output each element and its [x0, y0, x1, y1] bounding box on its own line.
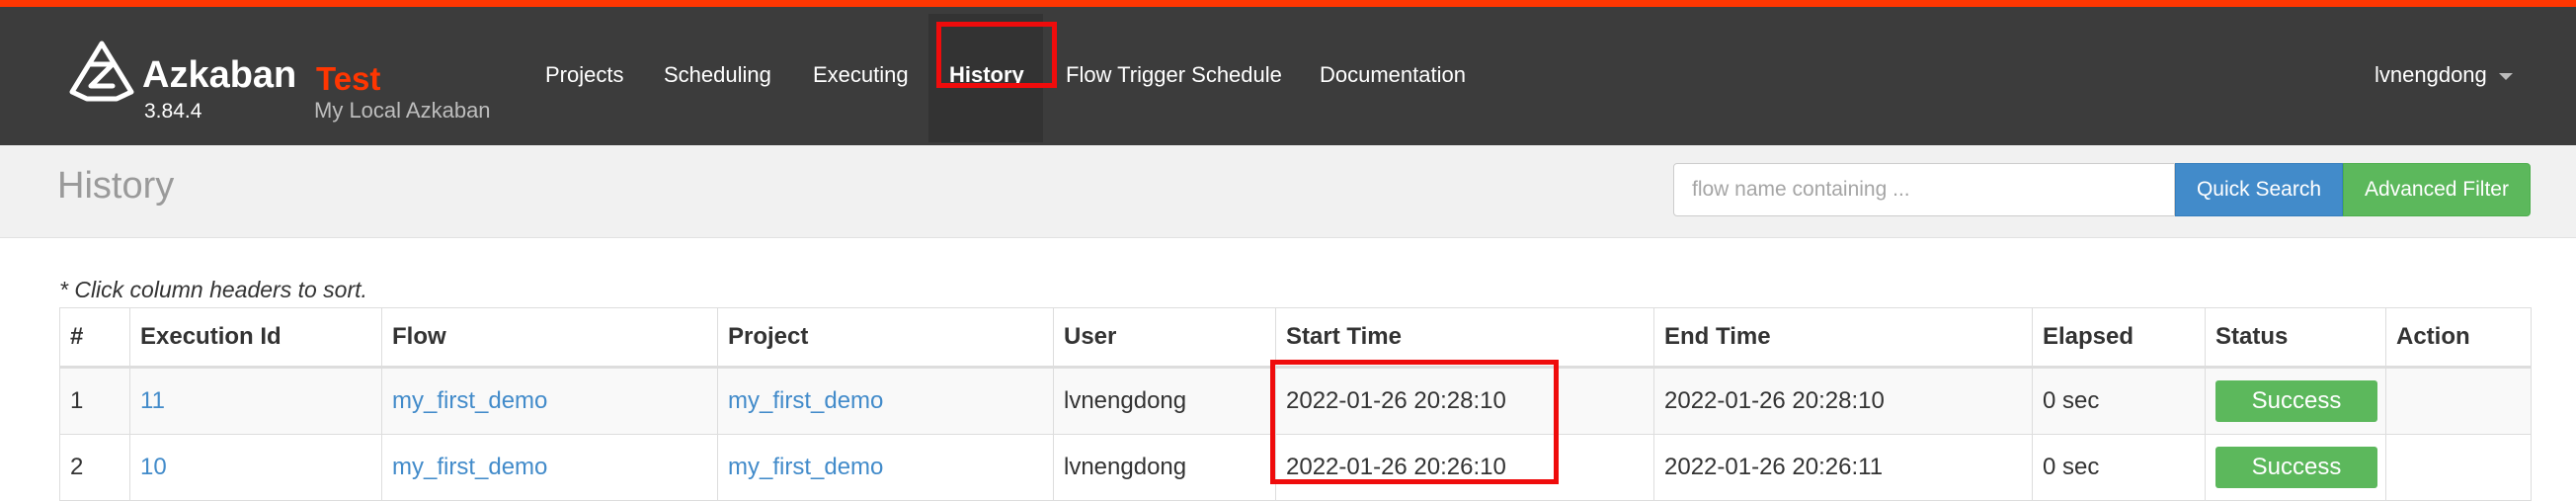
project-cell: my_first_demo [717, 367, 1054, 435]
flow-cell: my_first_demo [381, 434, 718, 501]
user-name: lvnengdong [2375, 62, 2487, 87]
column-header-user[interactable]: User [1053, 307, 1276, 369]
elapsed-cell: 0 sec [2032, 434, 2206, 501]
sort-note: * Click column headers to sort. [59, 277, 367, 302]
nav-scheduling[interactable]: Scheduling [664, 62, 771, 88]
row-number: 1 [59, 367, 130, 435]
azkaban-logo-icon[interactable] [69, 41, 134, 102]
caret-down-icon [2498, 72, 2513, 80]
elapsed-cell: 0 sec [2032, 367, 2206, 435]
column-header-status[interactable]: Status [2205, 307, 2386, 369]
user-cell: lvnengdong [1053, 367, 1276, 435]
table-header-row: # Execution Id Flow Project User Start T… [59, 307, 2532, 369]
column-header-flow[interactable]: Flow [381, 307, 718, 369]
advanced-filter-button[interactable]: Advanced Filter [2343, 163, 2531, 216]
start-time-highlight-box [1270, 360, 1559, 484]
action-cell [2385, 367, 2532, 435]
page-title: History [57, 165, 175, 207]
user-cell: lvnengdong [1053, 434, 1276, 501]
project-cell: my_first_demo [717, 434, 1054, 501]
column-header-project[interactable]: Project [717, 307, 1054, 369]
navbar: Azkaban Test 3.84.4 My Local Azkaban Pro… [0, 7, 2576, 145]
page-header: History Quick Search Advanced Filter [0, 145, 2576, 238]
nav-documentation[interactable]: Documentation [1320, 62, 1466, 88]
execution-id-link[interactable]: 10 [140, 454, 167, 480]
flow-cell: my_first_demo [381, 367, 718, 435]
status-badge: Success [2215, 380, 2377, 422]
status-badge: Success [2215, 447, 2377, 488]
user-menu[interactable]: lvnengdong [2375, 62, 2513, 88]
brand-subtitle: My Local Azkaban [314, 98, 491, 123]
nav-flow-trigger-schedule[interactable]: Flow Trigger Schedule [1066, 62, 1282, 88]
column-header-number[interactable]: # [59, 307, 130, 369]
nav-projects[interactable]: Projects [545, 62, 623, 88]
execution-id-cell: 11 [129, 367, 382, 435]
top-accent-bar [0, 0, 2576, 7]
end-time-cell: 2022-01-26 20:26:11 [1653, 434, 2033, 501]
end-time-cell: 2022-01-26 20:28:10 [1653, 367, 2033, 435]
project-link[interactable]: my_first_demo [728, 454, 883, 480]
column-header-start-time[interactable]: Start Time [1275, 307, 1654, 369]
project-link[interactable]: my_first_demo [728, 387, 883, 414]
row-number: 2 [59, 434, 130, 501]
brand-version: 3.84.4 [144, 100, 202, 123]
brand-name[interactable]: Azkaban [142, 54, 296, 97]
execution-id-link[interactable]: 11 [140, 387, 165, 414]
nav-executing[interactable]: Executing [813, 62, 909, 88]
action-cell [2385, 434, 2532, 501]
execution-id-cell: 10 [129, 434, 382, 501]
status-cell: Success [2205, 434, 2386, 501]
brand-env: Test [316, 60, 381, 97]
column-header-action[interactable]: Action [2385, 307, 2532, 369]
column-header-execution-id[interactable]: Execution Id [129, 307, 382, 369]
flow-link[interactable]: my_first_demo [392, 387, 547, 414]
column-header-end-time[interactable]: End Time [1653, 307, 2033, 369]
column-header-elapsed[interactable]: Elapsed [2032, 307, 2206, 369]
flow-link[interactable]: my_first_demo [392, 454, 547, 480]
flow-search-input[interactable] [1673, 163, 2175, 216]
status-cell: Success [2205, 367, 2386, 435]
quick-search-button[interactable]: Quick Search [2175, 163, 2343, 216]
history-highlight-box [936, 22, 1057, 88]
